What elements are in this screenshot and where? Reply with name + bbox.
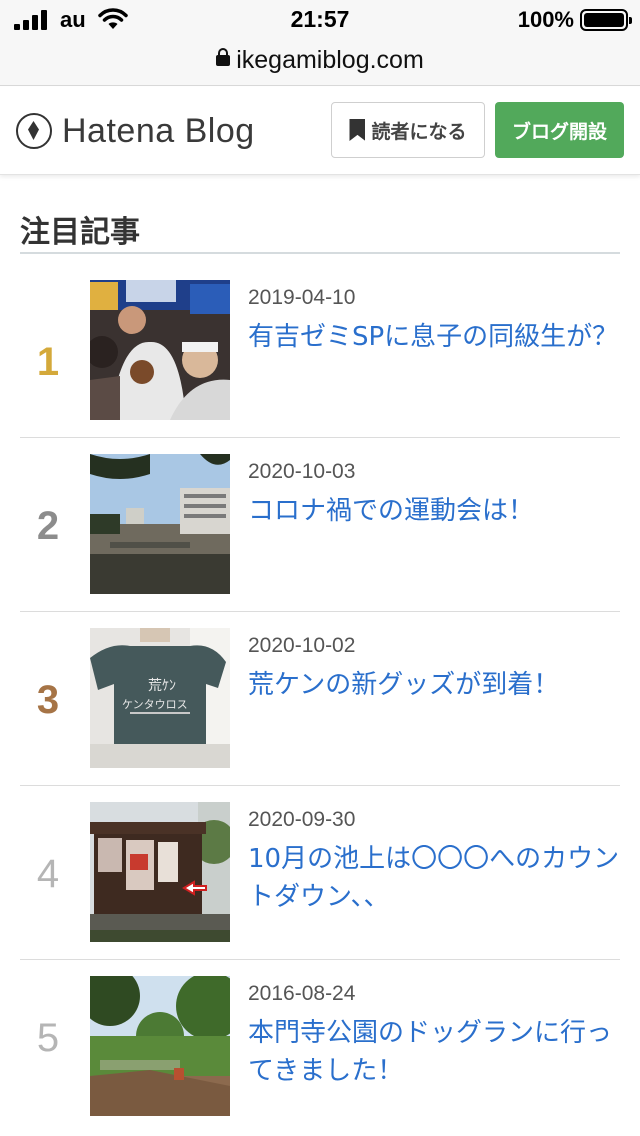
subscribe-button[interactable]: 読者になる bbox=[331, 102, 485, 158]
open-blog-button[interactable]: ブログ開設 bbox=[495, 102, 624, 158]
battery-icon bbox=[580, 9, 632, 31]
bookmark-icon bbox=[349, 119, 366, 141]
rank-number: 1 bbox=[36, 340, 60, 384]
rank-number: 2 bbox=[36, 504, 60, 548]
svg-text:荒ｹﾝ: 荒ｹﾝ bbox=[148, 678, 176, 694]
article-title-link[interactable]: 本門寺公園のドッグランに行ってきました！ bbox=[248, 1014, 620, 1090]
article-date: 2020-10-03 bbox=[248, 460, 356, 483]
article-title-link[interactable]: 10月の池上は〇〇〇へのカウントダウン、、 bbox=[248, 840, 620, 916]
article-thumbnail[interactable] bbox=[90, 454, 230, 594]
article-thumbnail[interactable] bbox=[90, 976, 230, 1116]
article-title-link[interactable]: コロナ禍での運動会は！ bbox=[248, 492, 620, 530]
hatena-blog-logo[interactable]: Hatena Blog bbox=[16, 111, 255, 151]
article-date: 2020-09-30 bbox=[248, 808, 356, 831]
logo-text: Hatena Blog bbox=[62, 111, 255, 150]
open-blog-label: ブログ開設 bbox=[511, 120, 607, 143]
article-date: 2020-10-02 bbox=[248, 634, 356, 657]
article-item[interactable]: 5 2016-08-24 本門寺公園のドッグランに行ってきました！ bbox=[20, 960, 620, 1134]
article-thumbnail[interactable] bbox=[90, 280, 230, 420]
battery-percent: 100% bbox=[517, 7, 574, 32]
article-item[interactable]: 1 2019-04-10 有吉ゼミSPに息子の同級生が？ bbox=[20, 264, 620, 438]
blog-header: Hatena Blog 読者になる ブログ開設 bbox=[0, 87, 640, 175]
pen-nib-icon bbox=[16, 113, 52, 149]
article-thumbnail[interactable] bbox=[90, 802, 230, 942]
article-title-link[interactable]: 荒ケンの新グッズが到着！ bbox=[248, 666, 620, 704]
article-item[interactable]: 3 荒ｹﾝ ケンタウロス 2020-10-02 荒ケンの新グッズが到着！ bbox=[20, 612, 620, 786]
article-date: 2016-08-24 bbox=[248, 982, 356, 1005]
address-bar[interactable]: ikegamiblog.com bbox=[0, 40, 640, 86]
lock-icon bbox=[216, 48, 231, 66]
article-item[interactable]: 4 2020-09-30 10月の池上は〇〇〇へのカウントダウン、、 bbox=[20, 786, 620, 960]
section-divider bbox=[20, 252, 620, 254]
article-thumbnail[interactable]: 荒ｹﾝ ケンタウロス bbox=[90, 628, 230, 768]
rank-number: 5 bbox=[36, 1016, 60, 1060]
section-title: 注目記事 bbox=[20, 215, 140, 250]
article-title-link[interactable]: 有吉ゼミSPに息子の同級生が？ bbox=[248, 318, 620, 356]
url-text[interactable]: ikegamiblog.com bbox=[236, 46, 424, 74]
subscribe-label: 読者になる bbox=[371, 120, 467, 143]
rank-number: 4 bbox=[36, 852, 60, 896]
svg-text:ケンタウロス: ケンタウロス bbox=[122, 698, 188, 711]
rank-number: 3 bbox=[36, 678, 60, 722]
battery-level bbox=[584, 13, 624, 27]
article-date: 2019-04-10 bbox=[248, 286, 356, 309]
status-bar: au 21:57 100% bbox=[0, 0, 640, 40]
article-item[interactable]: 2 2020-10-03 コロナ禍での運動会は！ bbox=[20, 438, 620, 612]
